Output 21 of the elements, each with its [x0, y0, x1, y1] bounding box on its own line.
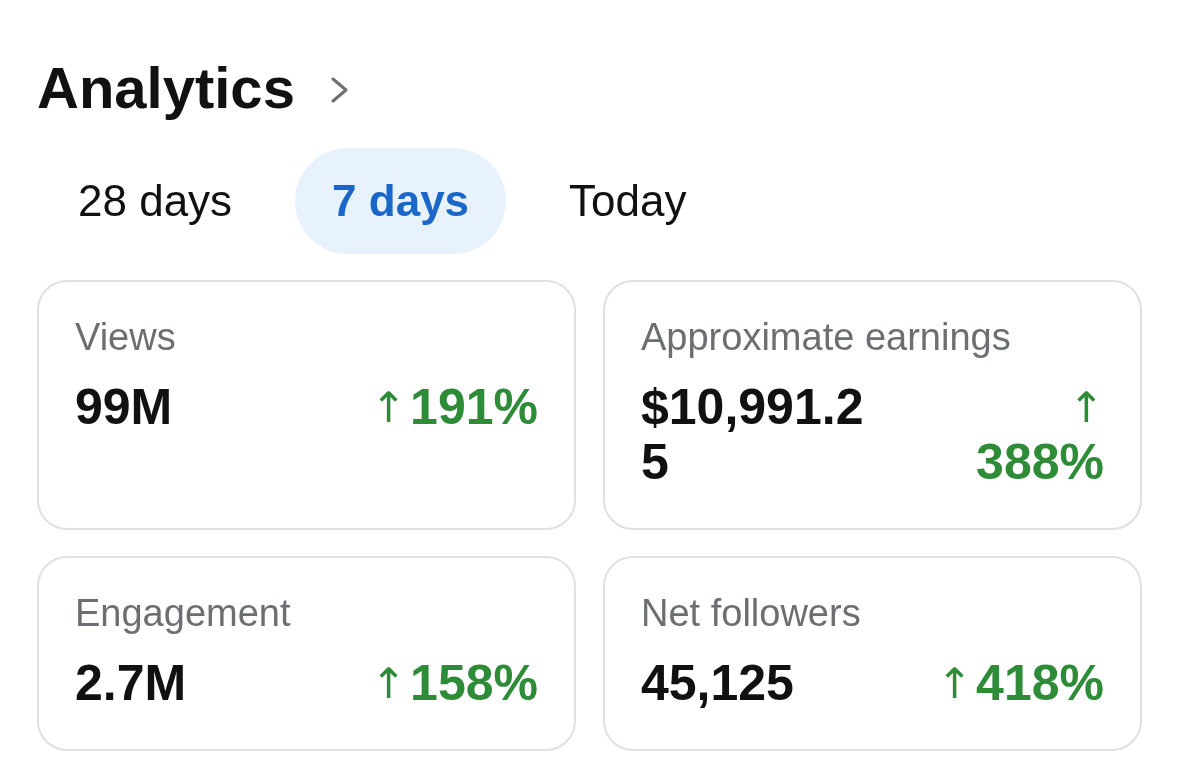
change-percent: 418%	[976, 656, 1104, 711]
change-percent: 191%	[410, 380, 538, 435]
stat-value: $10,991.25	[641, 380, 865, 490]
period-tab[interactable]: 7 days	[295, 148, 507, 254]
arrow-up-icon: ↑	[1068, 380, 1104, 435]
stat-label: Views	[75, 315, 177, 360]
chevron-right-icon	[329, 77, 349, 103]
arrow-up-icon: ↑	[370, 380, 407, 435]
analytics-heading-link[interactable]: Analytics	[37, 53, 349, 123]
arrow-up-icon: ↑	[370, 656, 407, 711]
period-tab[interactable]: Today	[532, 148, 724, 254]
arrow-up-icon: ↑	[936, 656, 973, 711]
stat-value: 45,125	[641, 656, 794, 711]
stat-label: Net followers	[641, 591, 862, 636]
stat-label: Approximate earnings	[641, 315, 1012, 360]
change-percent: 158%	[410, 656, 538, 711]
period-tab[interactable]: 28 days	[41, 148, 270, 254]
change-percent: 388%	[976, 435, 1104, 490]
stat-value: 99M	[75, 380, 173, 435]
stat-label: Engagement	[75, 591, 292, 636]
stat-value: 2.7M	[75, 656, 187, 711]
